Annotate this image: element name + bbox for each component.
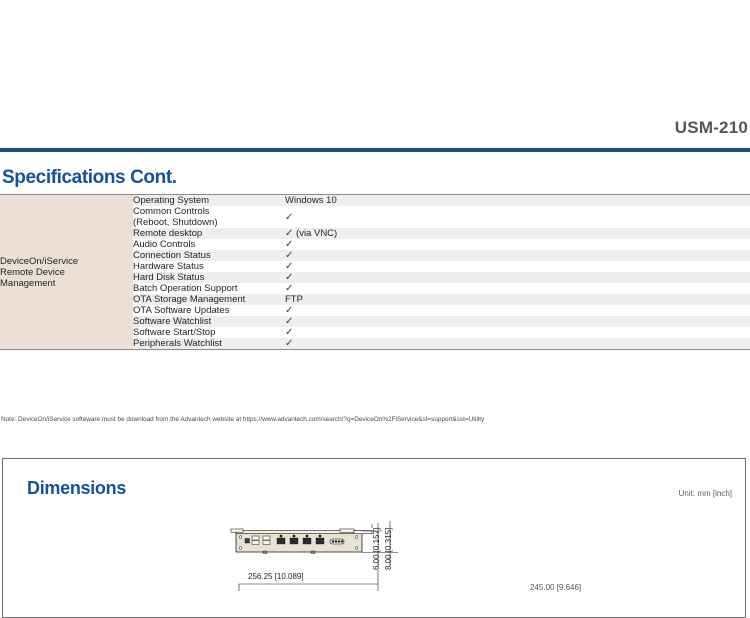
table-note: Note: DeviceOn/iService softeware must b… [1, 416, 485, 423]
spec-value: FTP [285, 294, 750, 305]
spec-value: ✓ [285, 261, 750, 272]
header-divider [0, 148, 750, 152]
spec-label: Connection Status [133, 250, 285, 261]
spec-value: ✓ [285, 316, 750, 327]
dimension-label-width-top: 256.25 [10.089] [248, 572, 304, 581]
page-title: USM-210 [674, 118, 748, 137]
spec-label: Audio Controls [133, 239, 285, 250]
check-icon: ✓ [285, 305, 294, 316]
check-icon: ✓ [285, 338, 294, 349]
spec-value: ✓ [285, 206, 750, 228]
spec-label: OTA Software Updates [133, 305, 285, 316]
spec-value: Windows 10 [285, 194, 750, 206]
check-icon: ✓ [285, 228, 294, 239]
spec-label: Batch Operation Support [133, 283, 285, 294]
spec-value: ✓ [285, 305, 750, 316]
check-icon: ✓ [285, 316, 294, 327]
spec-value: ✓ [285, 239, 750, 250]
check-icon: ✓ [285, 283, 294, 294]
spec-label: Hard Disk Status [133, 272, 285, 283]
check-icon: ✓ [285, 239, 294, 250]
check-icon: ✓ [285, 261, 294, 272]
spec-label: OTA Storage Management [133, 294, 285, 305]
spec-label: Operating System [133, 194, 285, 206]
spec-value: ✓ [285, 250, 750, 261]
dimension-label-height-outer: 8.00 [0.315] [384, 527, 393, 570]
specifications-table-container: DeviceOn/iService Remote Device Management… [0, 194, 750, 350]
page-header: USM-210 [0, 0, 750, 152]
spec-category-cell: DeviceOn/iService Remote Device Management [0, 194, 133, 350]
specifications-table: DeviceOn/iService Remote Device Management… [0, 194, 750, 350]
spec-value: ✓ [285, 272, 750, 283]
dimension-label-height-inner: 6.00 [0.157] [372, 527, 381, 570]
spec-label: Remote desktop [133, 228, 285, 239]
spec-value: ✓ [285, 283, 750, 294]
specifications-table-body: DeviceOn/iService Remote Device Management… [0, 194, 750, 350]
check-icon: ✓ [285, 272, 294, 283]
spec-value: ✓ (via VNC) [285, 228, 750, 239]
spec-label: Software Start/Stop [133, 327, 285, 338]
spec-label: Hardware Status [133, 261, 285, 272]
check-icon: ✓ [285, 211, 294, 223]
check-icon: ✓ [285, 250, 294, 261]
spec-label: Peripherals Watchlist [133, 338, 285, 350]
table-row: DeviceOn/iService Remote Device Management… [0, 194, 750, 350]
dimensions-title: Dimensions [27, 478, 127, 498]
dimensions-unit-label: Unit: mm [inch] [678, 489, 732, 498]
spec-value: ✓ [285, 327, 750, 338]
spec-value: ✓ [285, 338, 750, 350]
check-icon: ✓ [285, 327, 294, 338]
spec-label: Common Controls (Reboot, Shutdown) [133, 206, 285, 228]
spec-label: Software Watchlist [133, 316, 285, 327]
section-title: Specifications Cont. [2, 167, 177, 188]
